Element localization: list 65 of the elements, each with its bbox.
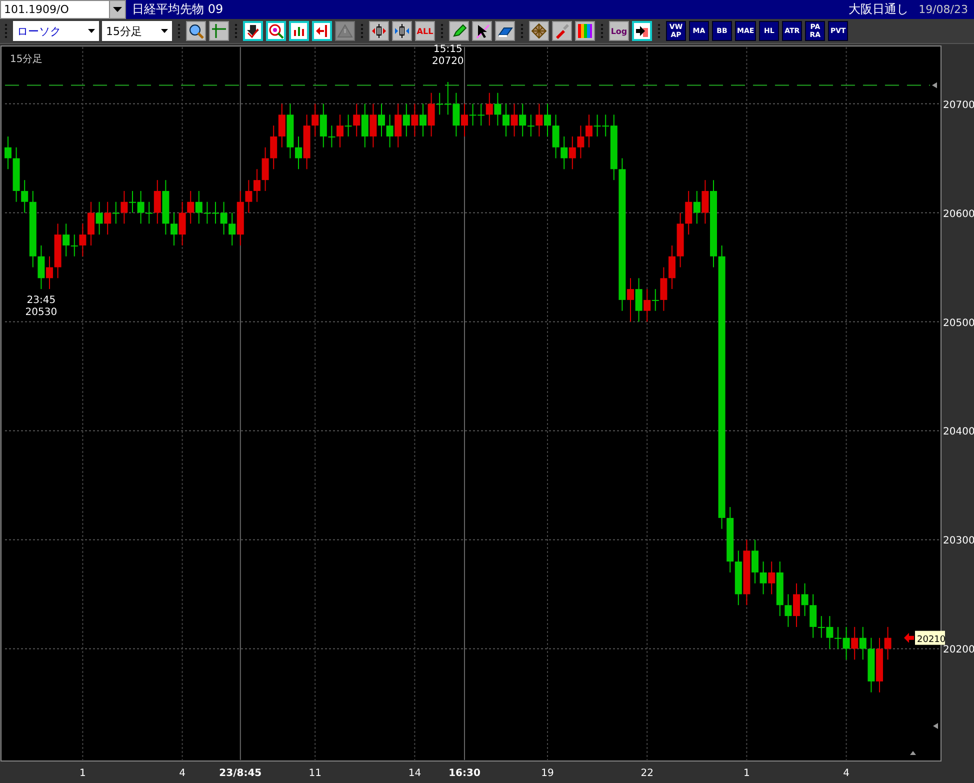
wrench-icon: [554, 23, 570, 39]
x-axis-label: 23/8:45: [219, 768, 262, 779]
candle-icon: [394, 23, 410, 39]
caret-icon: [88, 29, 95, 33]
chart-title: 15分足: [10, 54, 43, 65]
arrow-icon: [904, 632, 914, 643]
caret-icon: [161, 29, 168, 33]
y-axis-label: 20200: [943, 644, 974, 656]
search-button[interactable]: [186, 21, 206, 41]
x-axis-label: 1: [744, 768, 750, 779]
time-annotation: 15:15: [433, 44, 462, 55]
rainbow-button[interactable]: [575, 21, 595, 41]
mesh-icon: [531, 23, 547, 39]
time-annotation: 23:45: [26, 295, 56, 306]
x-axis-label: 14: [408, 768, 422, 779]
cursor-icon: [474, 23, 490, 39]
exit-icon: [634, 23, 650, 39]
warning-icon: [337, 23, 353, 39]
x-axis-label: 22: [640, 768, 654, 779]
y-axis-label: 20700: [943, 100, 974, 111]
price-annotation: 20530: [25, 307, 58, 318]
candle-button[interactable]: [392, 21, 412, 41]
marker-icon: [932, 82, 937, 88]
cursor-button[interactable]: [472, 21, 492, 41]
x-axis-label: 4: [179, 768, 186, 779]
download-button[interactable]: [243, 21, 263, 41]
search-icon: [188, 23, 204, 39]
bar-chart-button[interactable]: [289, 21, 309, 41]
price-annotation: 20720: [432, 56, 464, 67]
dropdown-button[interactable]: [109, 1, 125, 18]
caret-icon: [113, 7, 122, 12]
exit-button[interactable]: [632, 21, 652, 41]
toolbar-button[interactable]: Log: [609, 21, 629, 41]
instrument-name: 日経平均先物 09: [132, 1, 224, 18]
wrench-button[interactable]: [552, 21, 572, 41]
mesh-button[interactable]: [529, 21, 549, 41]
session-label: 大阪日通し: [848, 1, 909, 18]
download-icon: [245, 23, 261, 39]
zoom-icon: [268, 23, 284, 39]
y-axis-label: 20400: [943, 426, 974, 438]
date-label: 19/08/23: [918, 3, 968, 16]
rainbow-icon: [577, 23, 593, 39]
pencil-button[interactable]: [449, 21, 469, 41]
x-axis-label: 1: [80, 768, 86, 779]
x-axis-label: 16:30: [448, 768, 480, 779]
x-axis-label: 19: [541, 768, 554, 779]
y-axis-label: 20500: [943, 318, 974, 329]
zoom-button[interactable]: [266, 21, 286, 41]
candle-icon: [371, 23, 387, 39]
marker-icon: [933, 723, 938, 729]
arrow-icon: [314, 23, 330, 39]
arrow-button[interactable]: [312, 21, 332, 41]
candle-button[interactable]: [369, 21, 389, 41]
x-axis-label: 4: [843, 768, 850, 779]
chart-type-select[interactable]: ローソク: [13, 21, 99, 41]
eraser-button[interactable]: [495, 21, 515, 41]
symbol-field[interactable]: 101.1909/O: [0, 0, 126, 19]
y-axis-label: 20300: [943, 536, 974, 547]
y-axis-label: 20600: [943, 208, 974, 220]
crosshair-icon: [211, 23, 227, 39]
price-tag: 20210: [915, 630, 946, 645]
x-axis-label: 11: [308, 768, 322, 779]
marker-icon: [910, 751, 916, 755]
interval-select[interactable]: 15分足: [102, 21, 172, 41]
pencil-icon: [451, 23, 467, 39]
